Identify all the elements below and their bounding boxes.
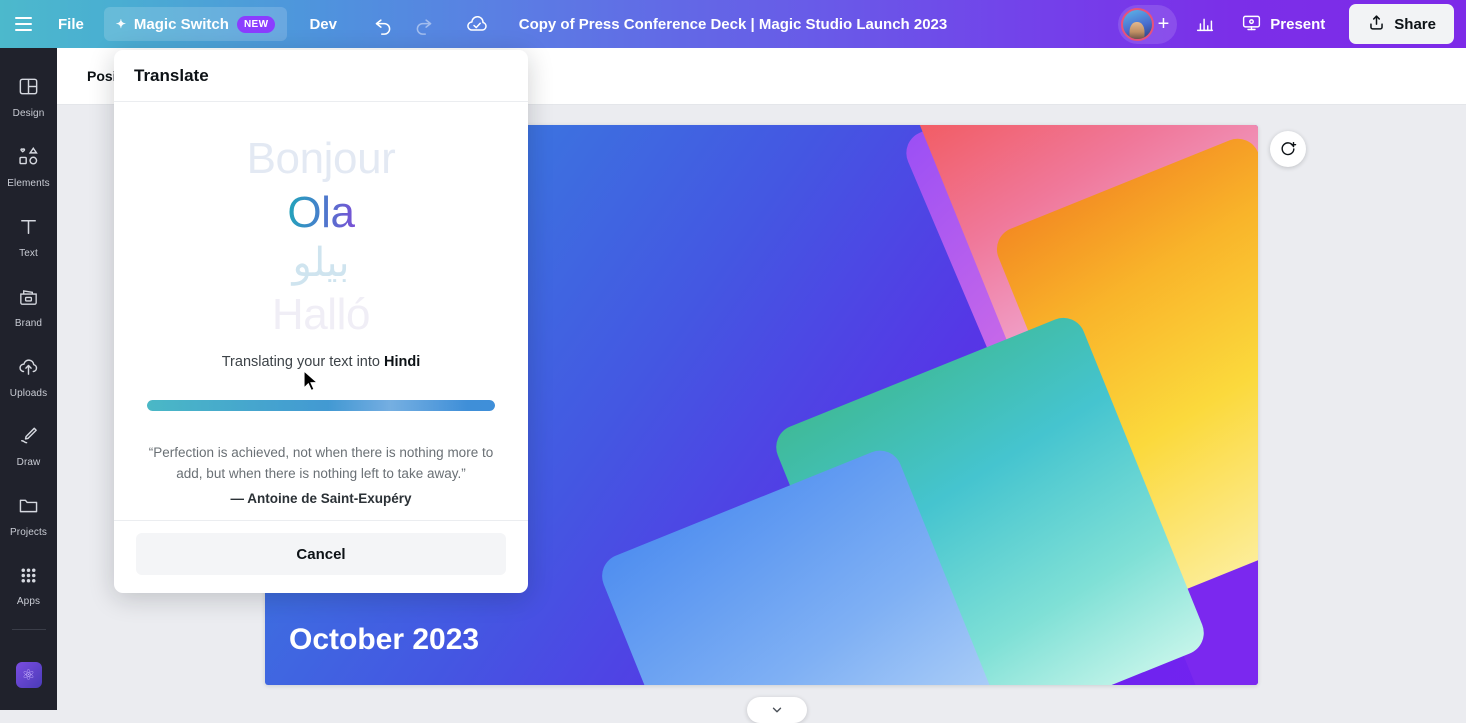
bar-chart-icon[interactable]: [1185, 4, 1225, 44]
left-sidebar: Design Elements Text Brand Uploads Draw …: [0, 48, 57, 710]
translation-status-text: Translating your text into Hindi: [222, 354, 421, 370]
present-label: Present: [1270, 15, 1326, 33]
share-label: Share: [1394, 15, 1436, 33]
folder-projects-icon: [17, 494, 40, 522]
translate-dialog-body: Bonjour Ola بيلو Halló Translating your …: [114, 102, 528, 520]
shapes-elements-icon: [17, 145, 40, 173]
share-button[interactable]: Share: [1349, 4, 1454, 44]
file-menu-label: File: [58, 15, 84, 33]
hamburger-line: [14, 29, 32, 31]
cancel-button[interactable]: Cancel: [136, 533, 506, 575]
sidebar-item-label: Uploads: [9, 387, 48, 399]
sidebar-item-design[interactable]: Design: [0, 62, 57, 132]
new-badge: NEW: [236, 15, 276, 33]
quote-line-2: add, but when there is nothing left to t…: [176, 465, 466, 481]
greeting-text-hallo: Halló: [271, 290, 371, 340]
sidebar-item-label: Brand: [14, 317, 43, 329]
greeting-animation-stack: Bonjour Ola بيلو Halló: [140, 122, 502, 352]
sidebar-item-label: Text: [19, 247, 38, 259]
translate-dialog-footer: Cancel: [114, 520, 528, 593]
undo-icon[interactable]: [363, 4, 403, 44]
brand-kit-icon: [17, 285, 40, 313]
cloud-upload-icon: [17, 355, 40, 383]
greeting-text-bonjour: Bonjour: [246, 134, 396, 183]
sidebar-divider: [11, 629, 46, 631]
sidebar-item-brand[interactable]: Brand: [0, 272, 57, 342]
translate-dialog-header: Translate: [114, 50, 528, 102]
translation-status-prefix: Translating your text into: [221, 354, 380, 370]
hamburger-line: [14, 23, 32, 25]
sidebar-item-label: Draw: [16, 457, 41, 469]
quote-line-1: “Perfection is achieved, not when there …: [148, 445, 494, 460]
page-title: Translate: [134, 65, 209, 85]
grid-apps-icon: [18, 565, 39, 591]
sidebar-item-projects[interactable]: Projects: [0, 481, 57, 551]
sidebar-item-magic-studio-app[interactable]: ⚛: [0, 640, 57, 710]
sidebar-item-label: Elements: [7, 177, 50, 189]
sidebar-item-label: Projects: [10, 527, 47, 539]
avatar[interactable]: [1120, 7, 1154, 41]
present-screen-icon: [1241, 12, 1262, 37]
top-toolbar: File ✦ Magic Switch NEW Dev Copy of Pres…: [0, 0, 1466, 48]
sidebar-item-text[interactable]: Text: [0, 202, 57, 272]
sidebar-item-uploads[interactable]: Uploads: [0, 342, 57, 412]
collaborators-group[interactable]: +: [1117, 4, 1178, 44]
sidebar-item-apps[interactable]: Apps: [0, 551, 57, 621]
magic-switch-button[interactable]: ✦ Magic Switch NEW: [103, 7, 288, 41]
add-collaborator-button[interactable]: +: [1158, 14, 1170, 34]
pen-draw-icon: [17, 424, 40, 452]
share-upload-icon: [1367, 13, 1386, 36]
present-button[interactable]: Present: [1227, 5, 1339, 43]
translation-progress-fill: [147, 400, 495, 411]
dev-menu-label: Dev: [309, 15, 337, 33]
text-t-icon: [17, 215, 40, 243]
magic-switch-label: Magic Switch: [133, 15, 229, 33]
dev-menu-button[interactable]: Dev: [297, 7, 349, 41]
sidebar-item-label: Apps: [16, 596, 41, 608]
file-menu-button[interactable]: File: [46, 7, 96, 41]
sidebar-item-draw[interactable]: Draw: [0, 411, 57, 481]
magic-studio-app-icon: ⚛: [15, 662, 42, 688]
chevron-down-icon[interactable]: [747, 697, 807, 723]
redo-icon[interactable]: [403, 4, 443, 44]
rotate-add-icon[interactable]: [1270, 131, 1306, 167]
greeting-text-arabic: بيلو: [292, 241, 350, 286]
translate-dialog: Translate Bonjour Ola بيلو Halló Transla…: [114, 50, 528, 593]
slide-date-text[interactable]: October 2023: [289, 623, 479, 657]
cloud-check-icon[interactable]: [457, 4, 497, 44]
loading-quote: “Perfection is achieved, not when there …: [145, 443, 497, 510]
top-toolbar-right-group: + Present Share: [1117, 4, 1466, 44]
layout-design-icon: [17, 75, 40, 103]
quote-author: — Antoine de Saint-Exupéry: [230, 490, 412, 506]
hamburger-menu-icon[interactable]: [0, 0, 46, 48]
sidebar-item-elements[interactable]: Elements: [0, 132, 57, 202]
hamburger-line: [14, 17, 32, 19]
translation-target-language: Hindi: [384, 354, 421, 370]
translation-progress-bar: [147, 400, 495, 411]
magic-wand-icon: ✦: [115, 17, 126, 31]
sidebar-item-label: Design: [12, 107, 45, 119]
greeting-text-ola: Ola: [287, 186, 355, 240]
